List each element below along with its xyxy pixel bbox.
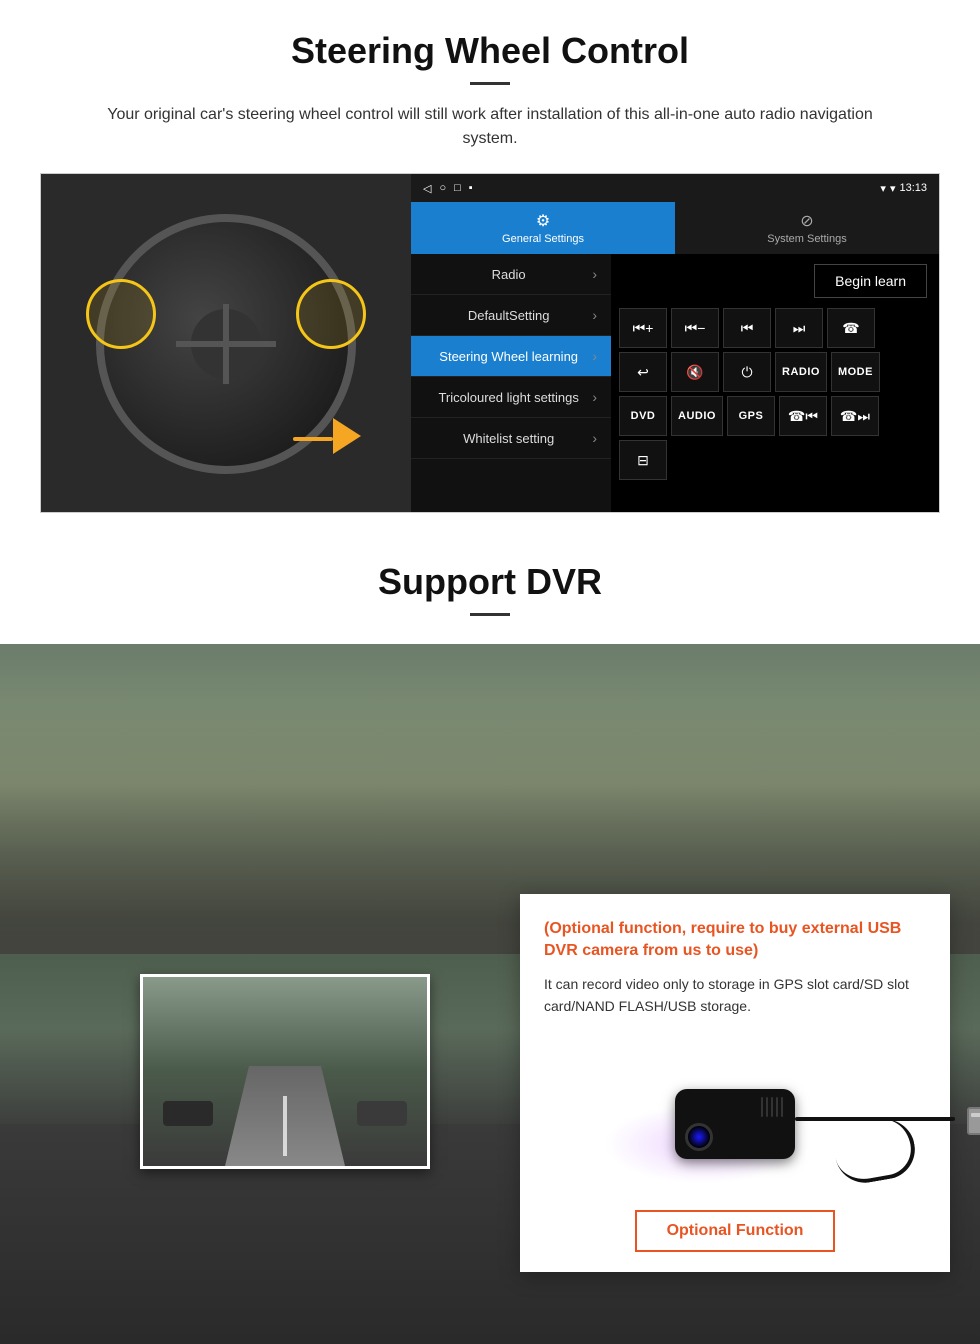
highlight-left: [86, 279, 156, 349]
android-tabs: ⚙ General Settings ⊘ System Settings: [411, 202, 939, 254]
ctrl-dvd[interactable]: DVD: [619, 396, 667, 436]
dvr-preview-center-line: [283, 1096, 287, 1156]
control-row-2: ↩ 🔇 ⏻ RADIO MODE: [615, 352, 935, 392]
optional-function-button[interactable]: Optional Function: [635, 1210, 836, 1252]
wifi-icon: ▾: [890, 182, 896, 195]
control-row-4: ⊟: [615, 440, 935, 480]
dvr-camera-illustration: [544, 1034, 926, 1194]
cable-loop: [830, 1114, 919, 1187]
begin-learn-area: Begin learn: [615, 258, 935, 304]
android-menu: Radio › DefaultSetting › Steering Wheel …: [411, 254, 611, 512]
signal-icon: ▾: [880, 182, 886, 195]
menu-steering-label: Steering Wheel learning: [425, 349, 592, 364]
statusbar-status-icons: ▾ ▾ 13:13: [880, 182, 927, 195]
ctrl-vol-up[interactable]: ⏮+: [619, 308, 667, 348]
dvr-divider: [470, 613, 510, 616]
camera-vents: [761, 1097, 783, 1117]
chevron-icon-tricoloured: ›: [592, 389, 597, 405]
tab-general-label: General Settings: [502, 233, 584, 245]
menu-whitelist-label: Whitelist setting: [425, 431, 592, 446]
ctrl-next[interactable]: ⏭: [775, 308, 823, 348]
chevron-icon-radio: ›: [592, 266, 597, 282]
tab-system-settings[interactable]: ⊘ System Settings: [675, 202, 939, 254]
menu-item-tricoloured[interactable]: Tricoloured light settings ›: [411, 377, 611, 418]
arrow-line: [293, 437, 333, 441]
chevron-icon-default: ›: [592, 307, 597, 323]
ctrl-phone[interactable]: ☎: [827, 308, 875, 348]
chevron-icon-whitelist: ›: [592, 430, 597, 446]
ctrl-extra[interactable]: ⊟: [619, 440, 667, 480]
back-icon: ◁: [423, 182, 431, 195]
steering-title: Steering Wheel Control: [40, 30, 940, 72]
menu-icon: ▪: [469, 182, 473, 194]
steering-demo: ◁ ○ □ ▪ ▾ ▾ 13:13 ⚙ General Settings: [40, 173, 940, 513]
highlight-right: [296, 279, 366, 349]
android-controls: Begin learn ⏮+ ⏮− ⏮ ⏭ ☎ ↩ 🔇 ⏻ RADIO: [611, 254, 939, 512]
control-row-3: DVD AUDIO GPS ☎⏮ ☎⏭: [615, 396, 935, 436]
dvr-section-header: Support DVR: [0, 533, 980, 644]
begin-learn-button[interactable]: Begin learn: [814, 264, 927, 298]
menu-item-radio[interactable]: Radio ›: [411, 254, 611, 295]
camera-lens: [685, 1123, 713, 1151]
dvr-title: Support DVR: [40, 561, 940, 603]
time-display: 13:13: [899, 182, 927, 194]
ctrl-mute[interactable]: 🔇: [671, 352, 719, 392]
dvr-photo-area: (Optional function, require to buy exter…: [0, 644, 980, 1344]
ctrl-hangup[interactable]: ↩: [619, 352, 667, 392]
ctrl-mode[interactable]: MODE: [831, 352, 880, 392]
dvr-preview-car1: [163, 1101, 213, 1126]
steering-description: Your original car's steering wheel contr…: [80, 103, 900, 151]
menu-item-whitelist[interactable]: Whitelist setting ›: [411, 418, 611, 459]
dvr-info-card: (Optional function, require to buy exter…: [520, 894, 950, 1272]
spoke-vertical: [223, 304, 229, 384]
dvr-card-description: It can record video only to storage in G…: [544, 973, 926, 1018]
android-statusbar: ◁ ○ □ ▪ ▾ ▾ 13:13: [411, 174, 939, 202]
camera-assembly: [675, 1089, 795, 1159]
menu-default-label: DefaultSetting: [425, 308, 592, 323]
recents-icon: □: [454, 182, 461, 194]
ctrl-audio[interactable]: AUDIO: [671, 396, 723, 436]
menu-radio-label: Radio: [425, 267, 592, 282]
ctrl-vol-down[interactable]: ⏮−: [671, 308, 719, 348]
android-body: Radio › DefaultSetting › Steering Wheel …: [411, 254, 939, 512]
home-icon: ○: [439, 182, 446, 194]
arrow-pointer: [333, 418, 361, 454]
menu-tricoloured-label: Tricoloured light settings: [425, 390, 592, 405]
menu-item-default-setting[interactable]: DefaultSetting ›: [411, 295, 611, 336]
ctrl-power[interactable]: ⏻: [723, 352, 771, 392]
dvr-camera-preview: [140, 974, 430, 1169]
network-icon: ⊘: [800, 211, 813, 231]
ctrl-radio[interactable]: RADIO: [775, 352, 827, 392]
camera-main-body: [675, 1089, 795, 1159]
usb-inner: [971, 1113, 980, 1117]
menu-item-steering-learning[interactable]: Steering Wheel learning ›: [411, 336, 611, 377]
chevron-icon-steering: ›: [592, 348, 597, 364]
camera-usb-connector: [967, 1107, 980, 1135]
steering-photo: [41, 174, 411, 513]
control-row-1: ⏮+ ⏮− ⏮ ⏭ ☎: [615, 308, 935, 348]
ctrl-phone-next[interactable]: ☎⏭: [831, 396, 879, 436]
ctrl-phone-prev[interactable]: ☎⏮: [779, 396, 827, 436]
dvr-card-title: (Optional function, require to buy exter…: [544, 918, 926, 963]
steering-section: Steering Wheel Control Your original car…: [0, 0, 980, 533]
dvr-preview-car2: [357, 1101, 407, 1126]
ctrl-prev[interactable]: ⏮: [723, 308, 771, 348]
android-panel: ◁ ○ □ ▪ ▾ ▾ 13:13 ⚙ General Settings: [411, 174, 939, 512]
gear-icon: ⚙: [536, 211, 550, 231]
tab-general-settings[interactable]: ⚙ General Settings: [411, 202, 675, 254]
title-divider: [470, 82, 510, 85]
statusbar-nav-icons: ◁ ○ □ ▪: [423, 182, 473, 195]
tab-system-label: System Settings: [767, 233, 846, 245]
ctrl-gps[interactable]: GPS: [727, 396, 775, 436]
